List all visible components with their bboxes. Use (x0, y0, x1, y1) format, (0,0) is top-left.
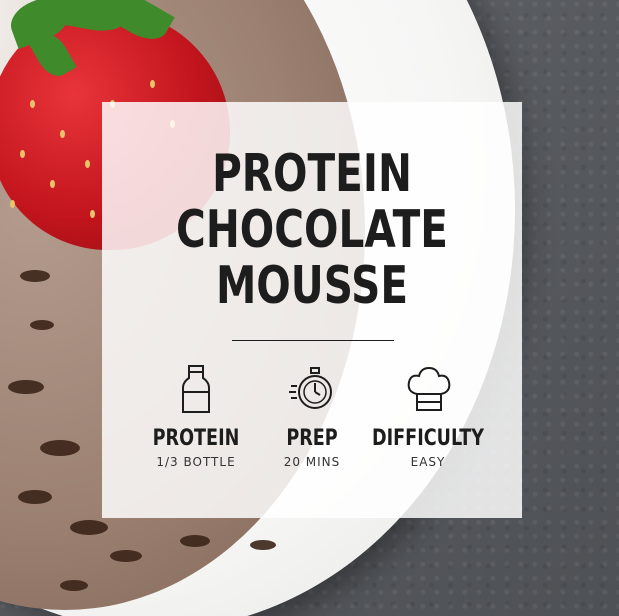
title-line-2: CHOCOLATE (176, 200, 448, 260)
stopwatch-icon (289, 364, 335, 416)
bottle-icon (173, 364, 219, 416)
title-line-3: MOUSSE (215, 256, 409, 316)
chef-hat-icon (405, 364, 451, 416)
divider (232, 340, 394, 341)
stat-difficulty: DIFFICULTY EASY (358, 364, 498, 469)
stat-label: PROTEIN (152, 426, 240, 451)
recipe-title: PROTEIN CHOCOLATE MOUSSE (148, 146, 476, 314)
recipe-card: PROTEIN CHOCOLATE MOUSSE PROTEIN 1/3 BOT… (102, 102, 522, 518)
stat-label: PREP (286, 426, 338, 451)
stat-value: EASY (410, 455, 446, 469)
stat-label: DIFFICULTY (372, 426, 485, 451)
title-line-1: PROTEIN (212, 144, 412, 204)
